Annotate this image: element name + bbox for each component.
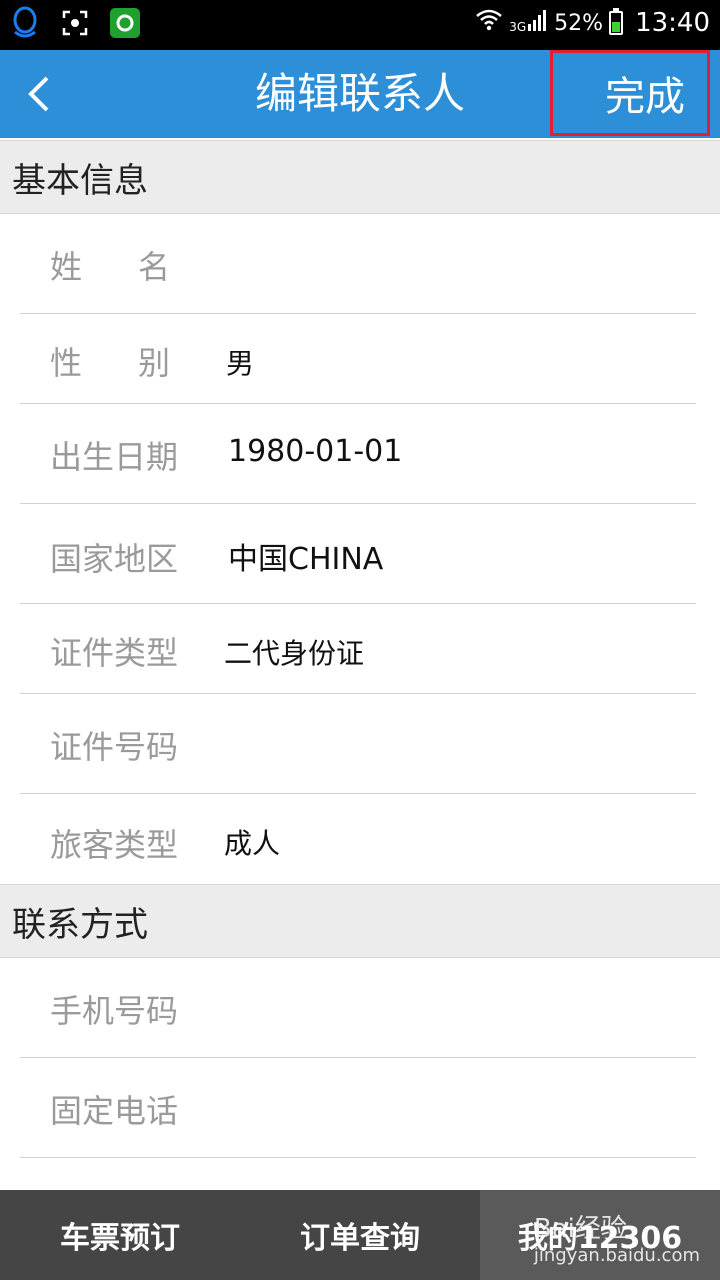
battery-percent: 52%: [554, 10, 604, 36]
id-type-row[interactable]: 证件类型 二代身份证: [20, 604, 696, 694]
birth-date-value[interactable]: 1980-01-01: [228, 434, 402, 469]
landline-label: 固定电话: [50, 1092, 179, 1130]
bottom-tab-bar: 车票预订 订单查询 我的12306 Bai经验 jingyan.baidu.co…: [0, 1190, 720, 1280]
clock: 13:40: [635, 8, 710, 38]
country-row[interactable]: 国家地区 中国CHINA: [20, 504, 696, 604]
battery-icon: [609, 8, 624, 35]
section-header-basic-info: 基本信息: [0, 140, 720, 214]
watermark-url: jingyan.baidu.com: [533, 1245, 700, 1266]
gender-value[interactable]: 男: [226, 342, 254, 382]
id-number-label: 证件号码: [50, 728, 179, 766]
id-type-value[interactable]: 二代身份证: [224, 632, 364, 672]
passenger-type-value[interactable]: 成人: [224, 822, 280, 862]
wifi-icon: [475, 9, 503, 37]
watermark-text: Bai经验: [533, 1214, 627, 1244]
signal-icon: [528, 9, 548, 37]
section-header-contact: 联系方式: [0, 884, 720, 958]
chevron-left-icon: [28, 76, 49, 112]
passenger-type-row[interactable]: 旅客类型 成人: [20, 794, 696, 884]
status-bar: 3G 52% 13:40: [0, 0, 720, 50]
birth-date-label: 出生日期: [50, 438, 179, 476]
screenshot-icon: [58, 6, 92, 40]
passenger-type-label: 旅客类型: [50, 826, 179, 864]
mobile-label: 手机号码: [50, 992, 179, 1030]
gender-row[interactable]: 性别 男: [20, 314, 696, 404]
name-row[interactable]: 姓名: [20, 214, 696, 314]
birth-date-row[interactable]: 出生日期 1980-01-01: [20, 404, 696, 504]
country-label: 国家地区: [50, 540, 179, 578]
id-number-row[interactable]: 证件号码: [20, 694, 696, 794]
done-label: 完成: [605, 74, 685, 120]
qq-icon: [8, 6, 42, 40]
name-label: 姓名: [50, 248, 227, 286]
id-type-label: 证件类型: [50, 634, 179, 672]
app-notification-icon: [108, 6, 142, 40]
landline-row[interactable]: 固定电话: [20, 1058, 696, 1158]
gender-label: 性别: [50, 344, 227, 382]
done-button[interactable]: 完成: [550, 50, 710, 136]
tab-order-query[interactable]: 订单查询: [240, 1190, 480, 1280]
baidu-watermark: Bai经验 jingyan.baidu.com: [534, 1208, 700, 1266]
country-value[interactable]: 中国CHINA: [228, 534, 383, 578]
network-type: 3G: [509, 20, 527, 34]
mobile-row[interactable]: 手机号码: [20, 958, 696, 1058]
tab-ticket-booking[interactable]: 车票预订: [0, 1190, 240, 1280]
back-button[interactable]: [14, 68, 64, 120]
